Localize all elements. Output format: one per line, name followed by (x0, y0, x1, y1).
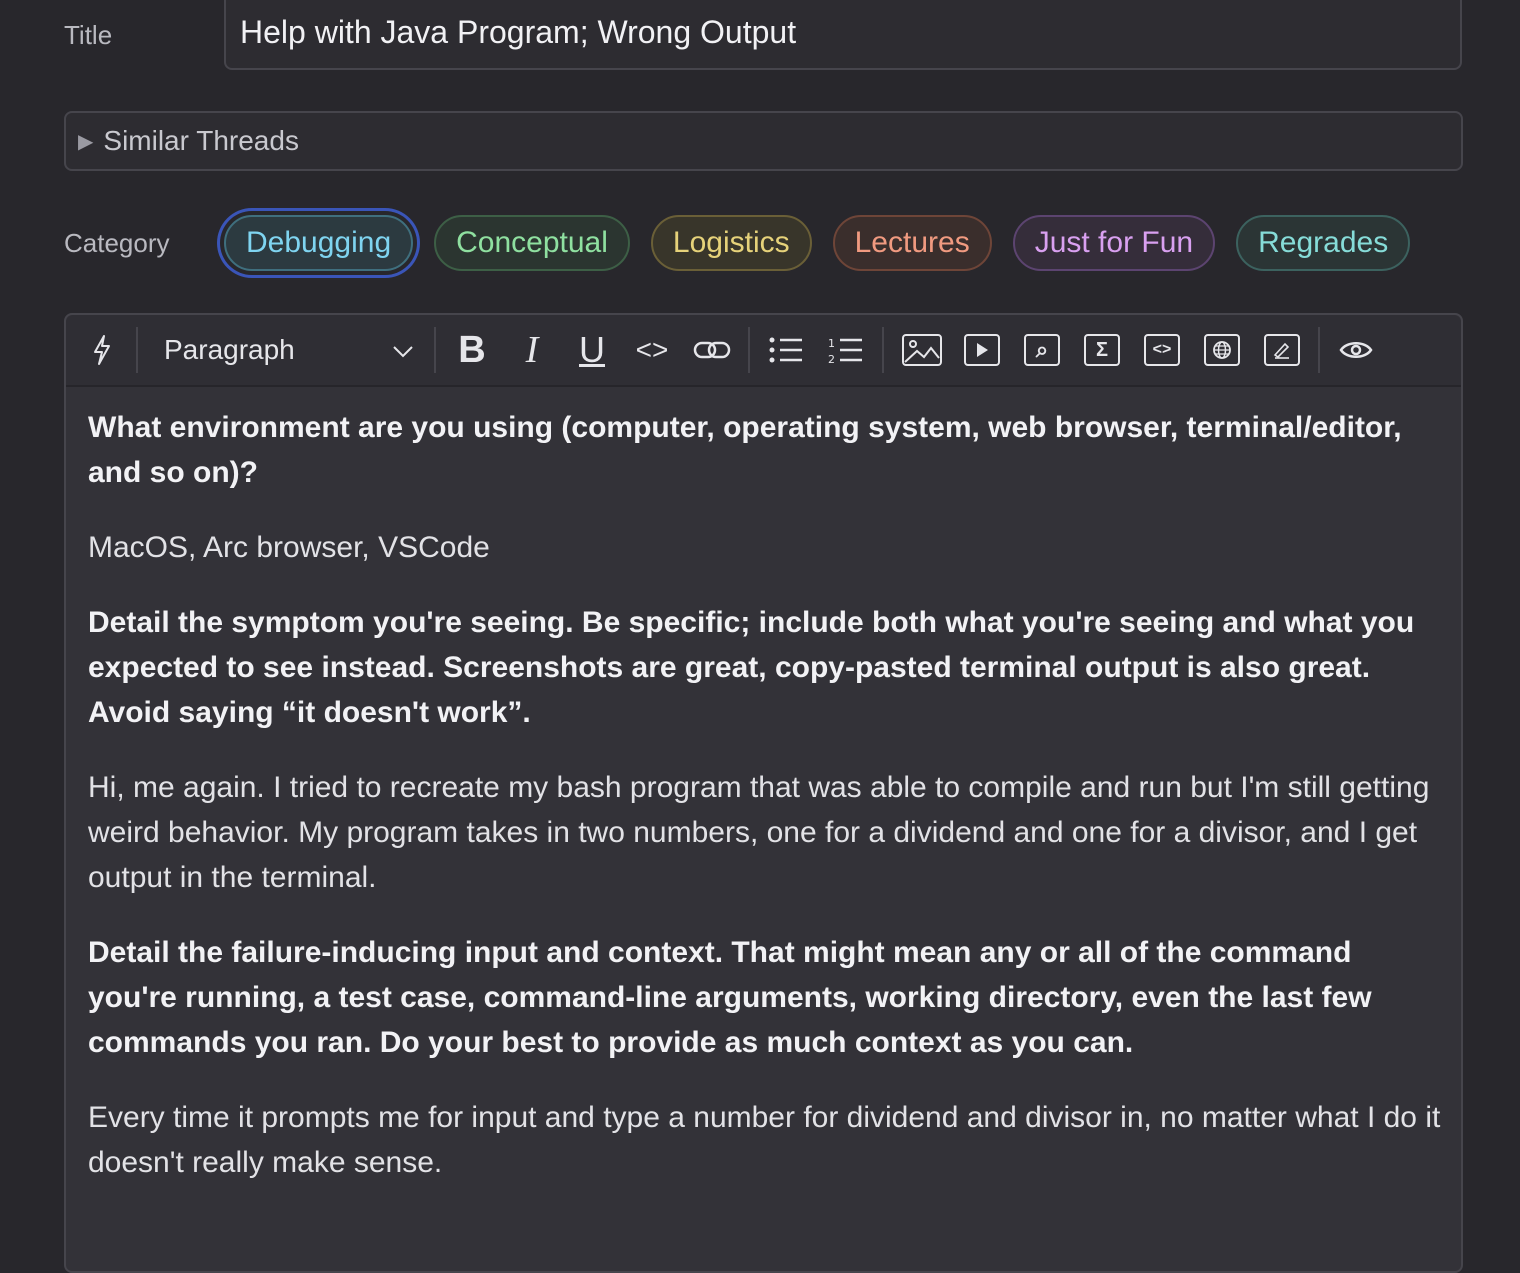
category-chip-debugging[interactable]: Debugging (224, 215, 414, 271)
block-format-label: Paragraph (164, 334, 295, 365)
italic-icon[interactable]: I (514, 327, 550, 373)
attachment-icon[interactable]: ⌕ (1022, 327, 1062, 373)
expand-triangle-icon: ▶ (78, 130, 94, 153)
numbered-list-icon[interactable]: 12 (826, 327, 866, 373)
category-chip-just-for-fun[interactable]: Just for Fun (1012, 215, 1216, 271)
chevron-down-icon (392, 334, 414, 366)
video-icon[interactable] (962, 327, 1002, 373)
block-format-select[interactable]: Paragraph (164, 327, 414, 373)
category-chip-lectures[interactable]: Lectures (832, 215, 992, 271)
code-block-icon[interactable]: <> (1142, 327, 1182, 373)
underline-icon[interactable]: U (574, 327, 610, 373)
bullet-list-icon[interactable] (766, 327, 806, 373)
math-icon[interactable]: Σ (1082, 327, 1122, 373)
template-question-input-context: Detail the failure-inducing input and co… (88, 936, 1372, 1059)
similar-threads-toggle[interactable]: ▶ Similar Threads (64, 111, 1463, 171)
category-chip-regrades[interactable]: Regrades (1236, 215, 1411, 271)
svg-text:1: 1 (828, 337, 835, 350)
image-icon[interactable] (902, 327, 942, 373)
post-editor: Paragraph B I U <> 12 ⌕ Σ <> What enviro… (64, 313, 1463, 1273)
bold-icon[interactable]: B (454, 327, 490, 373)
similar-threads-label: Similar Threads (103, 125, 299, 156)
category-chips: Debugging Conceptual Logistics Lectures … (224, 213, 1411, 273)
preview-icon[interactable] (1336, 327, 1376, 373)
editor-toolbar: Paragraph B I U <> 12 ⌕ Σ <> (66, 315, 1461, 387)
title-label: Title (64, 20, 113, 50)
category-chip-logistics[interactable]: Logistics (650, 215, 812, 271)
category-chip-conceptual[interactable]: Conceptual (434, 215, 630, 271)
lightning-icon[interactable] (86, 327, 118, 373)
answer-symptom: Hi, me again. I tried to recreate my bas… (88, 771, 1430, 894)
code-icon[interactable]: <> (632, 327, 672, 373)
template-question-environment: What environment are you using (computer… (88, 411, 1402, 489)
link-icon[interactable] (692, 327, 732, 373)
drawing-icon[interactable] (1262, 327, 1302, 373)
web-embed-icon[interactable] (1202, 327, 1242, 373)
answer-environment: MacOS, Arc browser, VSCode (88, 531, 490, 564)
title-input[interactable]: Help with Java Program; Wrong Output (224, 0, 1462, 70)
editor-content[interactable]: What environment are you using (computer… (88, 405, 1448, 1215)
category-label: Category (64, 228, 170, 258)
svg-text:2: 2 (828, 353, 835, 365)
answer-input-context: Every time it prompts me for input and t… (88, 1101, 1441, 1179)
template-question-symptom: Detail the symptom you're seeing. Be spe… (88, 606, 1415, 729)
